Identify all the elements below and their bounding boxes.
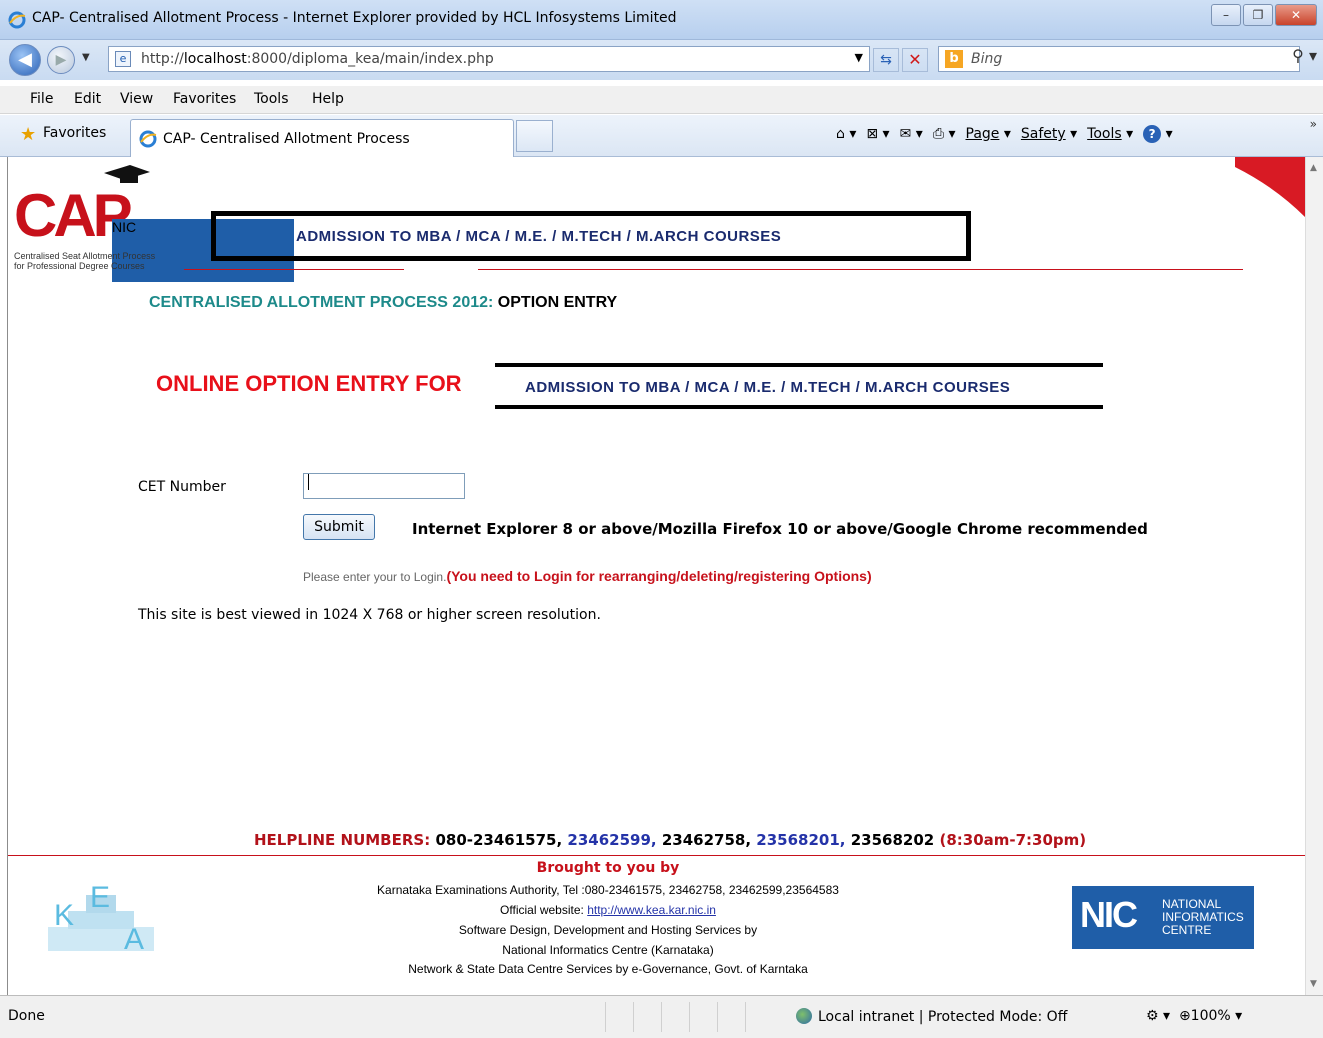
ie-tab-icon: [139, 130, 157, 148]
status-cell: [689, 1002, 717, 1032]
nic-logo: NIC NATIONAL INFORMATICS CENTRE: [1072, 886, 1254, 949]
new-tab-button[interactable]: [516, 120, 553, 152]
footer-website-line: Official website: http://www.kea.kar.nic…: [500, 903, 716, 917]
status-bar: Done Local intranet | Protected Mode: Of…: [0, 995, 1323, 1038]
footer-nic-line: National Informatics Centre (Karnataka): [502, 943, 714, 957]
cet-number-input[interactable]: [303, 473, 465, 499]
feeds-icon[interactable]: ⊠ ▾: [866, 126, 889, 142]
search-icon[interactable]: ⚲ ▾: [1292, 46, 1317, 65]
back-button[interactable]: ◀: [9, 44, 41, 76]
vertical-scrollbar[interactable]: ▲ ▼: [1305, 157, 1323, 995]
online-option-title: ADMISSION TO MBA / MCA / M.E. / M.TECH /…: [525, 379, 1011, 396]
page-menu[interactable]: Page ▾: [966, 126, 1011, 142]
menu-tools[interactable]: Tools: [254, 91, 289, 107]
print-icon[interactable]: ⎙ ▾: [933, 126, 956, 142]
header-red-line-right: [478, 269, 1243, 270]
kea-logo: K E A: [48, 881, 154, 953]
tab-cap[interactable]: CAP- Centralised Allotment Process: [130, 119, 514, 157]
favorites-button[interactable]: Favorites: [43, 125, 106, 141]
close-button[interactable]: ✕: [1275, 4, 1317, 26]
bing-icon: b: [945, 50, 963, 68]
ie-logo-icon: [8, 11, 26, 29]
favorites-bar: ★ Favorites CAP- Centralised Allotment P…: [0, 115, 1323, 157]
security-zone[interactable]: Local intranet | Protected Mode: Off: [796, 1008, 1067, 1025]
helpline-numbers: HELPLINE NUMBERS: 080-23461575, 23462599…: [254, 831, 1087, 849]
header-box: ADMISSION TO MBA / MCA / M.E. / M.TECH /…: [211, 211, 971, 261]
back-arrow-icon: ◀: [18, 49, 32, 70]
best-view-note: This site is best viewed in 1024 X 768 o…: [138, 607, 601, 623]
address-url[interactable]: http://localhost:8000/diploma_kea/main/i…: [141, 51, 494, 67]
window-titlebar: CAP- Centralised Allotment Process - Int…: [0, 0, 1323, 40]
menu-file[interactable]: File: [30, 91, 53, 107]
svg-text:K: K: [54, 899, 74, 932]
refresh-icon: ⇆: [880, 52, 892, 68]
status-cell: [605, 1002, 633, 1032]
status-cell: [717, 1002, 745, 1032]
header-red-line-left: [184, 269, 404, 270]
forward-button[interactable]: ▶: [47, 46, 75, 74]
svg-text:A: A: [124, 923, 144, 953]
footer-software-line: Software Design, Development and Hosting…: [458, 923, 758, 937]
help-icon: ?: [1143, 125, 1162, 143]
search-provider: Bing: [971, 51, 1003, 67]
status-cell: [661, 1002, 689, 1032]
page-icon: e: [115, 51, 131, 67]
login-note: Please enter your to Login.(You need to …: [303, 568, 872, 584]
refresh-button[interactable]: ⇆: [873, 48, 899, 72]
minimize-button[interactable]: –: [1211, 4, 1241, 26]
menu-view[interactable]: View: [120, 91, 153, 107]
scroll-up-icon[interactable]: ▲: [1310, 163, 1317, 173]
forward-arrow-icon: ▶: [55, 52, 67, 68]
safety-menu[interactable]: Safety ▾: [1021, 126, 1077, 142]
mail-icon[interactable]: ✉ ▾: [900, 126, 923, 142]
header-title: ADMISSION TO MBA / MCA / M.E. / M.TECH /…: [296, 228, 782, 245]
maximize-button[interactable]: ❐: [1243, 4, 1273, 26]
history-dropdown-icon[interactable]: ▼: [82, 52, 90, 63]
online-option-box: ADMISSION TO MBA / MCA / M.E. / M.TECH /…: [495, 363, 1103, 409]
kea-website-link[interactable]: http://www.kea.kar.nic.in: [587, 903, 716, 917]
window-title: CAP- Centralised Allotment Process - Int…: [32, 10, 677, 26]
menu-favorites[interactable]: Favorites: [173, 91, 236, 107]
menu-edit[interactable]: Edit: [74, 91, 101, 107]
menu-help[interactable]: Help: [312, 91, 344, 107]
cap-logo: CAP NIC Centralised Seat Allotment Proce…: [14, 163, 294, 282]
page-viewport: CAP NIC Centralised Seat Allotment Proce…: [7, 157, 1305, 995]
scroll-down-icon[interactable]: ▼: [1310, 979, 1317, 989]
online-option-label: ONLINE OPTION ENTRY FOR: [156, 371, 462, 396]
process-subtitle: CENTRALISED ALLOTMENT PROCESS 2012: OPTI…: [149, 294, 618, 311]
protected-mode-icon: ⚙ ▾: [1146, 1008, 1171, 1024]
navigation-bar: ◀ ▶ ▼ e http://localhost:8000/diploma_ke…: [0, 40, 1323, 80]
stop-button[interactable]: ✕: [902, 48, 928, 72]
home-icon[interactable]: ⌂ ▾: [836, 126, 856, 142]
cet-number-label: CET Number: [138, 479, 226, 495]
status-text: Done: [8, 1008, 45, 1024]
browser-recommendation: Internet Explorer 8 or above/Mozilla Fir…: [412, 520, 1148, 538]
submit-button[interactable]: Submit: [303, 514, 375, 540]
search-box[interactable]: b Bing: [938, 46, 1300, 72]
cap-logo-subtitle: Centralised Seat Allotment Process for P…: [14, 251, 156, 271]
help-menu[interactable]: ? ▾: [1143, 125, 1173, 143]
chevron-right-icon[interactable]: »: [1310, 117, 1317, 131]
address-dropdown-icon[interactable]: ▼: [855, 51, 863, 64]
corner-decoration: [1235, 157, 1305, 217]
intranet-globe-icon: [796, 1008, 812, 1024]
zoom-level[interactable]: ⚙ ▾ ⊕100% ▾: [1146, 1008, 1242, 1024]
status-cell: [745, 1002, 773, 1032]
menu-bar: File Edit View Favorites Tools Help: [0, 86, 1323, 114]
svg-text:E: E: [90, 881, 110, 914]
brought-to-you-by: Brought to you by: [536, 860, 680, 876]
footer-divider: [8, 855, 1305, 856]
stop-icon: ✕: [908, 50, 922, 69]
zoom-icon: ⊕: [1178, 1008, 1191, 1024]
address-bar[interactable]: e http://localhost:8000/diploma_kea/main…: [108, 46, 870, 72]
tab-title: CAP- Centralised Allotment Process: [163, 131, 410, 147]
footer-kea-line: Karnataka Examinations Authority, Tel :0…: [377, 883, 839, 897]
tools-menu[interactable]: Tools ▾: [1087, 126, 1133, 142]
status-cell: [633, 1002, 661, 1032]
favorites-star-icon[interactable]: ★: [20, 124, 36, 145]
footer-network-line: Network & State Data Centre Services by …: [408, 962, 808, 976]
